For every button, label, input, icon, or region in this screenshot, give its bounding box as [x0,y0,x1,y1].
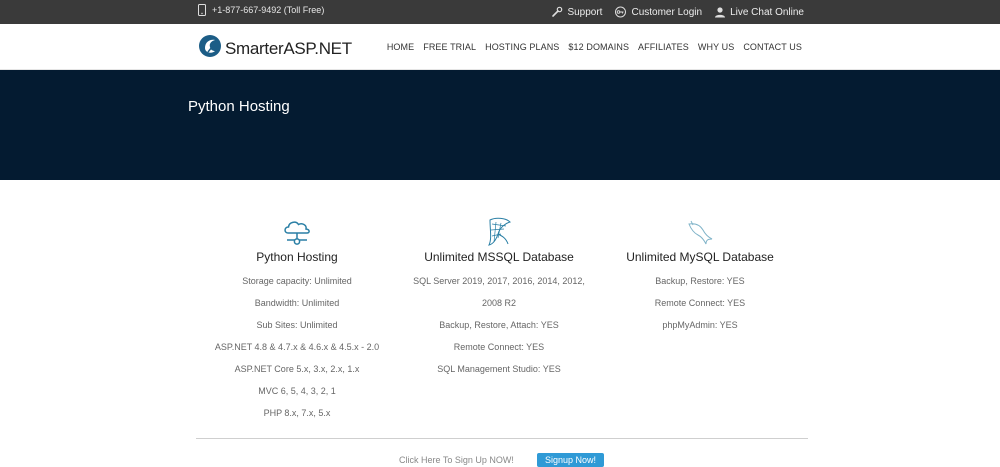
feature-item: Remote Connect: YES [654,298,746,308]
wrench-icon [551,6,563,18]
nav-hosting-plans[interactable]: HOSTING PLANS [485,42,559,52]
feature-item: MVC 6, 5, 4, 3, 2, 1 [258,386,336,396]
feature-item: SQL Management Studio: YES [437,364,561,374]
mysql-database-column: Unlimited MySQL Database Backup, Restore… [600,214,800,336]
phone-icon [198,4,206,16]
logo-mark-icon [198,34,222,63]
nav-why-us[interactable]: WHY US [698,42,734,52]
mysql-dolphin-icon [600,214,800,248]
top-links: Support Customer Login Live Chat Online [551,0,804,24]
feature-item: Sub Sites: Unlimited [256,320,338,330]
hero-banner: Python Hosting [0,70,1000,180]
phone-number: +1-877-667-9492 (Toll Free) [212,5,325,15]
live-chat-link[interactable]: Live Chat Online [714,6,804,18]
python-hosting-column: Python Hosting Storage capacity: Unlimit… [197,214,397,424]
feature-item: SQL Server 2019, 2017, 2016, 2014, 2012, [413,276,585,286]
sql-server-icon [398,214,600,248]
feature-item: Remote Connect: YES [453,342,545,352]
feature-item: Backup, Restore: YES [655,276,745,286]
support-link[interactable]: Support [551,6,602,18]
support-label: Support [567,6,603,18]
column-title: Unlimited MySQL Database [626,250,774,264]
live-chat-label: Live Chat Online [730,6,804,18]
feature-item: ASP.NET Core 5.x, 3.x, 2.x, 1.x [234,364,360,374]
signup-prompt-link[interactable]: Click Here To Sign Up NOW! [399,455,514,465]
mssql-database-column: Unlimited MSSQL Database SQL Server 2019… [398,214,600,380]
feature-item: phpMyAdmin: YES [662,320,738,330]
cloud-network-icon [197,214,397,248]
nav-affiliates[interactable]: AFFILIATES [638,42,689,52]
site-header: SmarterASP.NET HOME FREE TRIAL HOSTING P… [0,24,1000,70]
feature-item: Storage capacity: Unlimited [242,276,352,286]
phone-contact[interactable]: +1-877-667-9492 (Toll Free) [198,4,324,16]
section-divider [196,438,808,439]
feature-item: PHP 8.x, 7.x, 5.x [263,408,331,418]
feature-item: Backup, Restore, Attach: YES [439,320,559,330]
top-bar: +1-877-667-9492 (Toll Free) Support Cust… [0,0,1000,24]
customer-login-label: Customer Login [631,6,703,18]
user-icon [714,6,726,18]
nav-free-trial[interactable]: FREE TRIAL [423,42,476,52]
nav-contact-us[interactable]: CONTACT US [743,42,802,52]
key-icon [614,6,627,18]
page-title: Python Hosting [188,98,290,115]
signup-row: Click Here To Sign Up NOW! Signup Now! [0,450,1000,467]
main-nav: HOME FREE TRIAL HOSTING PLANS $12 DOMAIN… [387,24,802,70]
logo[interactable]: SmarterASP.NET [198,34,352,63]
nav-domains[interactable]: $12 DOMAINS [568,42,629,52]
nav-home[interactable]: HOME [387,42,414,52]
customer-login-link[interactable]: Customer Login [614,6,702,18]
feature-columns: Python Hosting Storage capacity: Unlimit… [0,180,1000,440]
column-title: Unlimited MSSQL Database [424,250,574,264]
column-title: Python Hosting [256,250,338,264]
feature-item: ASP.NET 4.8 & 4.7.x & 4.6.x & 4.5.x - 2.… [214,342,380,352]
signup-button[interactable]: Signup Now! [537,453,604,467]
feature-item: 2008 R2 [481,298,517,308]
feature-item: Bandwidth: Unlimited [254,298,340,308]
logo-text: SmarterASP.NET [225,38,352,58]
